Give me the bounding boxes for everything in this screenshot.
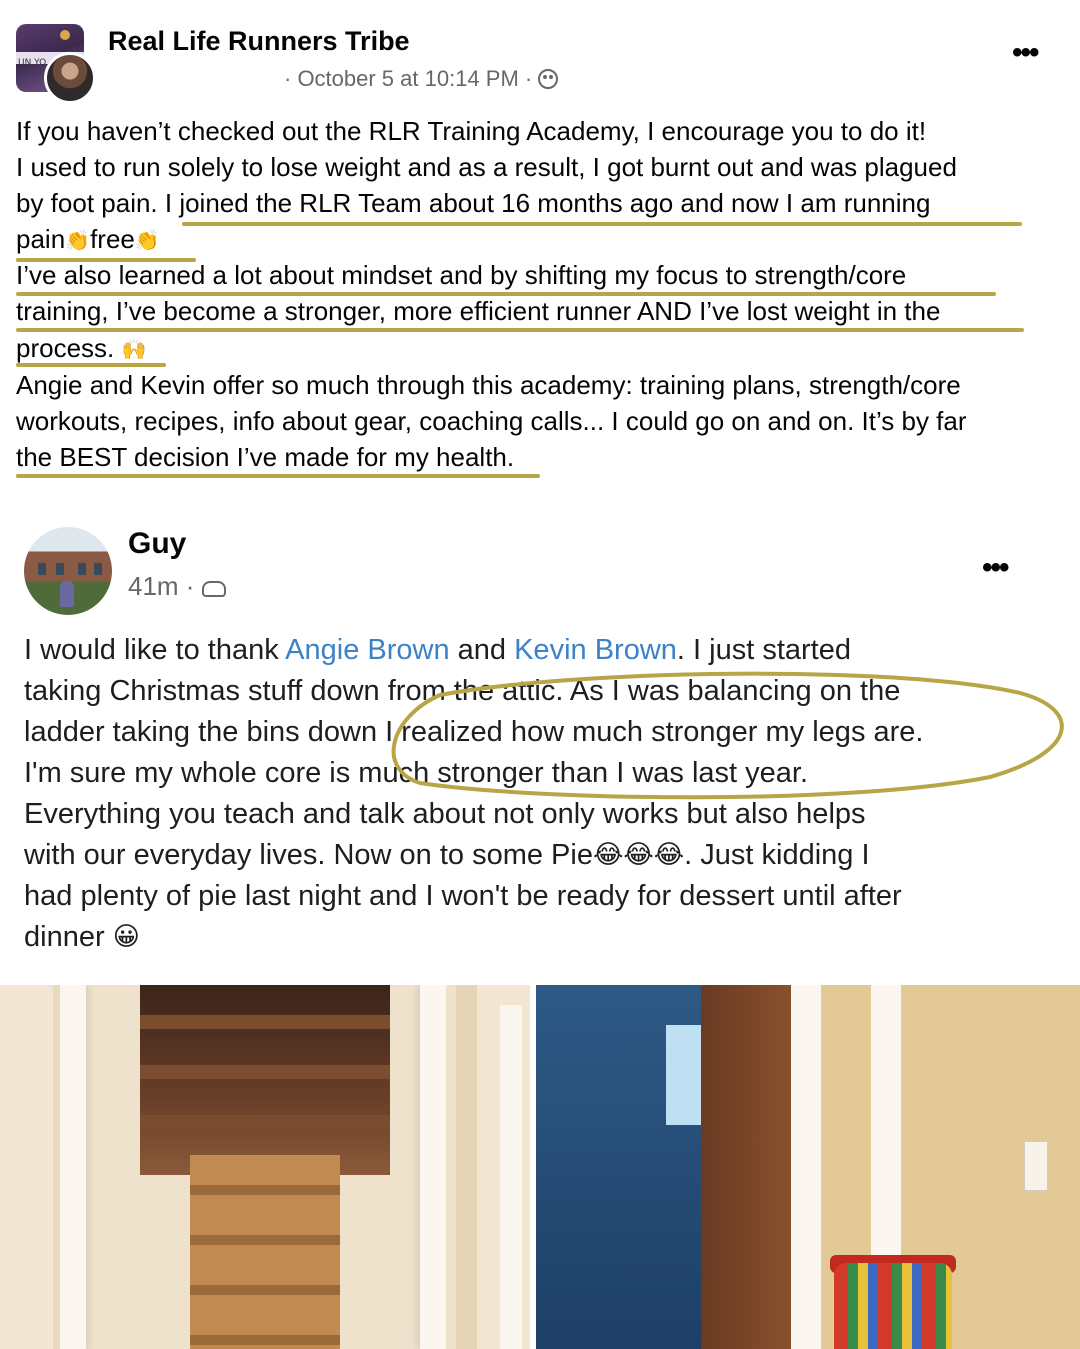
mention-link[interactable]: Angie Brown [285,634,449,666]
avatar-text: UN YO [18,58,47,68]
door [701,985,796,1349]
user-avatar[interactable] [44,52,96,104]
text-segment: process. [16,333,115,363]
highlight-underline [16,258,196,262]
text-segment: I would like to thank [24,634,286,666]
text-segment: pain [16,224,66,254]
screenshot-post: Guy 41m · ••• I would like to thank Angi… [0,505,1080,1349]
text-segment: with our everyday lives. Now on to some … [24,839,593,871]
post-text-line: pain👏free👏 [16,221,160,258]
group-post: UN YO Real Life Runners Tribe · October … [0,0,1080,500]
text-segment: free [90,224,135,254]
mention-link[interactable]: Kevin Brown [514,634,677,666]
post-options-button[interactable]: ••• [1012,38,1039,68]
text-segment: and [449,634,515,666]
light-switch [1024,1141,1048,1191]
laughing-icon: 😂 [623,840,654,870]
clap-icon: 👏 [65,228,91,252]
post-text-line: with our everyday lives. Now on to some … [24,835,870,876]
post-text-line: training, I’ve become a stronger, more e… [16,296,941,326]
highlight-circle [391,671,1064,800]
post-text-line: I used to run solely to lose weight and … [16,152,957,182]
highlight-underline [16,363,166,367]
post-timestamp[interactable]: 41m · [128,571,226,602]
post-text-line: workouts, recipes, info about gear, coac… [16,406,967,436]
raised-hands-icon: 🙌 [121,337,147,361]
text-segment: . Just kidding I [684,839,870,871]
clap-icon: 👏 [134,228,160,252]
post-text-line: I’ve also learned a lot about mindset an… [16,260,907,290]
highlight-underline [16,474,540,478]
christmas-tin [834,1263,952,1349]
attic-ladder-photo[interactable] [0,985,530,1349]
post-meta-text: · October 5 at 10:14 PM · [284,66,533,91]
post-meta-text: 41m · [128,571,195,601]
highlight-underline [16,328,1024,332]
post-text-line: process. 🙌 [16,330,146,367]
post-text-line: by foot pain. I joined the RLR Team abou… [16,188,931,218]
author-name[interactable]: Guy [128,527,186,561]
post-text-line: Angie and Kevin offer so much through th… [16,370,961,400]
friends-audience-icon [201,581,226,597]
post-text-line: If you haven’t checked out the RLR Train… [16,116,927,146]
author-avatar[interactable] [24,527,112,615]
post-timestamp[interactable]: · October 5 at 10:14 PM · [284,66,559,92]
group-name[interactable]: Real Life Runners Tribe [108,26,410,57]
laughing-icon: 😂 [592,840,624,870]
hallway-photo[interactable] [536,985,1080,1349]
public-globe-icon [538,69,559,89]
text-segment: . I just started [676,634,851,666]
post-text-line: the BEST decision I’ve made for my healt… [16,442,515,472]
avatar-badge-icon [60,30,70,40]
text-segment: dinner [24,921,105,953]
laughing-icon: 😂 [653,840,685,870]
highlight-underline [16,292,996,296]
post-text-line: dinner 😀 [24,917,140,958]
person-figure [60,581,74,607]
post-options-button[interactable]: ••• [982,553,1009,583]
highlight-underline [182,222,1022,226]
post-text-line: had plenty of pie last night and I won't… [24,880,902,912]
grinning-face-icon: 😀 [112,922,140,952]
